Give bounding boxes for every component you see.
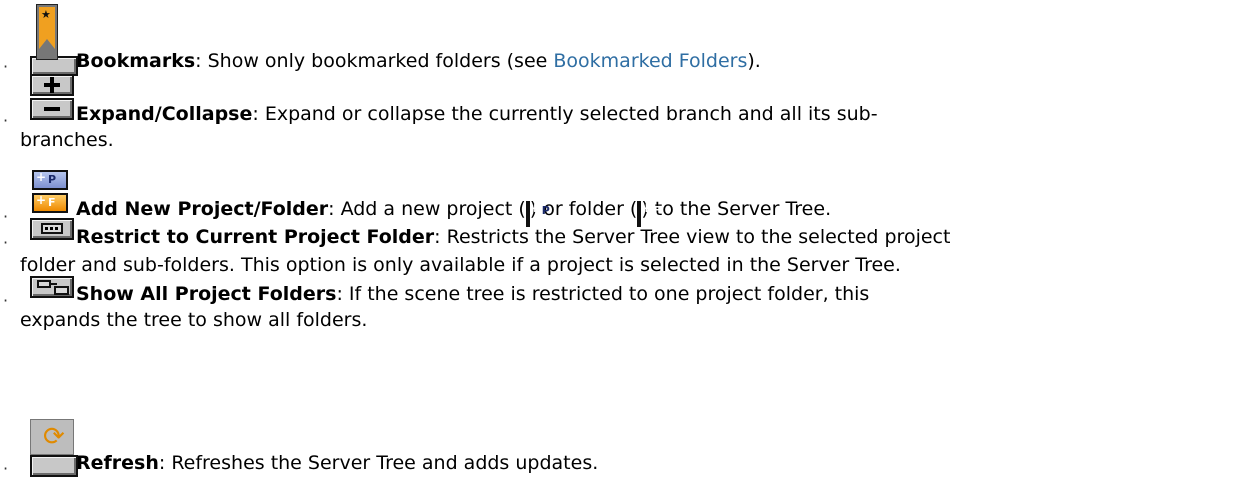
- refresh-description: : Refreshes the Server Tree and adds upd…: [158, 452, 599, 474]
- show-all-continuation: expands the tree to show all folders.: [20, 309, 368, 331]
- add-new-description: : Add a new project (: [328, 198, 526, 220]
- refresh-term: Refresh: [76, 452, 159, 474]
- expand-collapse-continuation: branches.: [20, 129, 114, 151]
- show-all-description: : If the scene tree is restricted to one…: [336, 283, 870, 305]
- add-project-icon[interactable]: + P: [32, 170, 68, 190]
- add-new-item: Add New Project/Folder: Add a new projec…: [76, 196, 831, 227]
- expand-collapse-description: : Expand or collapse the currently selec…: [252, 103, 878, 125]
- show-all-folders-icon[interactable]: [30, 276, 74, 298]
- bookmarks-term: Bookmarks: [76, 50, 196, 72]
- show-all-item: Show All Project Folders: If the scene t…: [76, 281, 869, 307]
- restrict-continuation: folder and sub-folders. This option is o…: [20, 254, 901, 276]
- bookmarks-item: Bookmarks: Show only bookmarked folders …: [76, 48, 761, 74]
- bullet: ·: [3, 57, 9, 76]
- expand-collapse-term: Expand/Collapse: [76, 103, 253, 125]
- add-folder-icon[interactable]: + F: [32, 193, 68, 213]
- bullet: ·: [3, 291, 9, 310]
- bullet: ·: [3, 111, 9, 130]
- add-new-description-end: ) to the Server Tree.: [641, 198, 832, 220]
- bullet: ·: [3, 459, 9, 478]
- refresh-icon[interactable]: ⟳: [30, 419, 78, 477]
- expand-icon[interactable]: [30, 74, 74, 96]
- bookmark-icon[interactable]: ★: [30, 4, 78, 76]
- bullet: ·: [3, 233, 9, 252]
- restrict-item: Restrict to Current Project Folder: Rest…: [76, 224, 950, 250]
- restrict-folder-icon[interactable]: [30, 218, 74, 240]
- collapse-icon[interactable]: [30, 98, 74, 120]
- add-new-term: Add New Project/Folder: [76, 198, 329, 220]
- bookmarks-description-end: ).: [747, 50, 761, 72]
- bookmarks-description: : Show only bookmarked folders (see: [195, 50, 554, 72]
- show-all-term: Show All Project Folders: [76, 283, 337, 305]
- expand-collapse-item: Expand/Collapse: Expand or collapse the …: [76, 101, 878, 127]
- bookmarked-folders-link[interactable]: Bookmarked Folders: [553, 50, 747, 72]
- restrict-term: Restrict to Current Project Folder: [76, 226, 435, 248]
- bullet: ·: [3, 207, 9, 226]
- restrict-description: : Restricts the Server Tree view to the …: [434, 226, 951, 248]
- refresh-item: Refresh: Refreshes the Server Tree and a…: [76, 450, 598, 476]
